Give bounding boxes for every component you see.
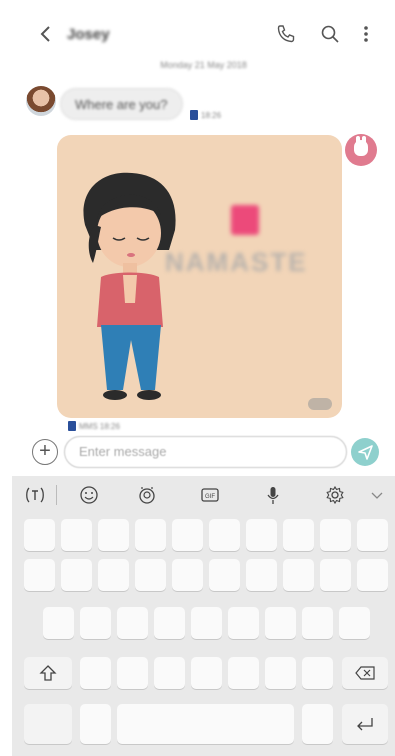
send-icon [358, 445, 373, 460]
emoji-button[interactable] [78, 484, 100, 506]
messaging-screen: Josey Monday 21 May 2018 Where are you? … [12, 0, 395, 756]
message-input[interactable]: Enter message [64, 436, 347, 468]
send-button[interactable] [351, 438, 379, 466]
toolbar-divider [56, 485, 57, 505]
keyboard-key[interactable] [265, 657, 296, 689]
keyboard-key[interactable] [246, 559, 277, 591]
period-key[interactable] [302, 704, 333, 744]
outgoing-message-meta-text: MMS 18:26 [79, 421, 120, 431]
conversation-date: Monday 21 May 2018 [160, 60, 247, 70]
incoming-message-meta: 18:26 [190, 110, 221, 120]
space-key[interactable] [117, 704, 294, 744]
keyboard-key[interactable] [228, 657, 259, 689]
keyboard-toolbar: GIF [12, 476, 395, 514]
composer-bar: + Enter message [12, 436, 395, 470]
keyboard-key[interactable] [154, 657, 185, 689]
incoming-message-time: 18:26 [201, 110, 222, 120]
sim-icon [190, 110, 198, 120]
keyboard-key[interactable] [302, 657, 333, 689]
plus-icon: + [39, 440, 51, 462]
outgoing-message-meta: MMS 18:26 [68, 421, 120, 431]
conversation-header: Josey [12, 0, 395, 62]
enter-icon [357, 718, 373, 731]
keyboard-key[interactable] [135, 559, 166, 591]
keyboard-key[interactable] [246, 519, 277, 551]
avatar-character-image [83, 172, 176, 400]
backspace-icon [355, 666, 375, 680]
chevron-left-icon [40, 26, 50, 42]
phone-icon [277, 25, 295, 43]
backspace-key[interactable] [342, 657, 388, 689]
keyboard-key[interactable] [117, 607, 148, 639]
keyboard-key[interactable] [98, 519, 129, 551]
collapse-toolbar-button[interactable] [366, 484, 388, 506]
contact-name[interactable]: Josey [67, 26, 110, 43]
keyboard-key[interactable] [357, 559, 388, 591]
keyboard-key[interactable] [135, 519, 166, 551]
keyboard-key[interactable] [61, 559, 92, 591]
keyboard-key[interactable] [98, 559, 129, 591]
keyboard-key[interactable] [154, 607, 185, 639]
keyboard-key[interactable] [172, 559, 203, 591]
keyboard-key[interactable] [117, 657, 148, 689]
keyboard-key[interactable] [24, 519, 55, 551]
sticker-button[interactable] [136, 484, 158, 506]
keyboard-settings-button[interactable] [324, 484, 346, 506]
incoming-message-bubble[interactable]: Where are you? [60, 88, 183, 120]
keyboard-key[interactable] [320, 519, 351, 551]
search-icon [321, 25, 339, 43]
keyboard-key[interactable] [43, 607, 74, 639]
keyboard-key[interactable] [209, 559, 240, 591]
text-mode-button[interactable] [24, 484, 46, 506]
keyboard-key[interactable] [302, 607, 333, 639]
ar-emoji-sticker[interactable]: NAMASTE [57, 135, 342, 418]
keyboard-key[interactable] [265, 607, 296, 639]
keyboard-key[interactable] [357, 519, 388, 551]
keyboard: GIF [12, 476, 395, 756]
keyboard-key[interactable] [80, 607, 111, 639]
keyboard-key[interactable] [339, 607, 370, 639]
gif-icon: GIF [201, 488, 219, 502]
sticker-icon [139, 487, 155, 504]
call-button[interactable] [274, 22, 298, 46]
chevron-down-icon [371, 492, 383, 499]
more-vertical-icon [364, 26, 368, 42]
keyboard-key[interactable] [209, 519, 240, 551]
text-mode-icon [26, 487, 44, 503]
more-options-button[interactable] [354, 22, 378, 46]
keyboard-key[interactable] [80, 657, 111, 689]
keyboard-key[interactable] [172, 519, 203, 551]
my-avatar[interactable] [345, 134, 377, 166]
keyboard-key[interactable] [61, 519, 92, 551]
keyboard-key[interactable] [191, 657, 222, 689]
symbols-key[interactable] [24, 704, 72, 744]
gif-button[interactable]: GIF [199, 484, 221, 506]
contact-avatar[interactable] [26, 86, 56, 116]
keyboard-key[interactable] [228, 607, 259, 639]
gif-badge [308, 398, 332, 410]
keyboard-key[interactable] [283, 559, 314, 591]
search-button[interactable] [318, 22, 342, 46]
mic-icon [267, 487, 279, 504]
sim-icon [68, 421, 76, 431]
bunny-face-icon [354, 140, 368, 156]
keyboard-key[interactable] [191, 607, 222, 639]
keyboard-key[interactable] [24, 559, 55, 591]
voice-input-button[interactable] [262, 484, 284, 506]
settings-icon [326, 485, 344, 505]
emoji-icon [80, 486, 98, 504]
attach-button[interactable]: + [32, 439, 58, 465]
comma-key[interactable] [80, 704, 111, 744]
keyboard-key[interactable] [320, 559, 351, 591]
enter-key[interactable] [342, 704, 388, 744]
shift-icon [39, 665, 57, 681]
gif-label: GIF [205, 494, 215, 500]
shift-key[interactable] [24, 657, 72, 689]
keyboard-key[interactable] [283, 519, 314, 551]
back-button[interactable] [36, 22, 56, 46]
